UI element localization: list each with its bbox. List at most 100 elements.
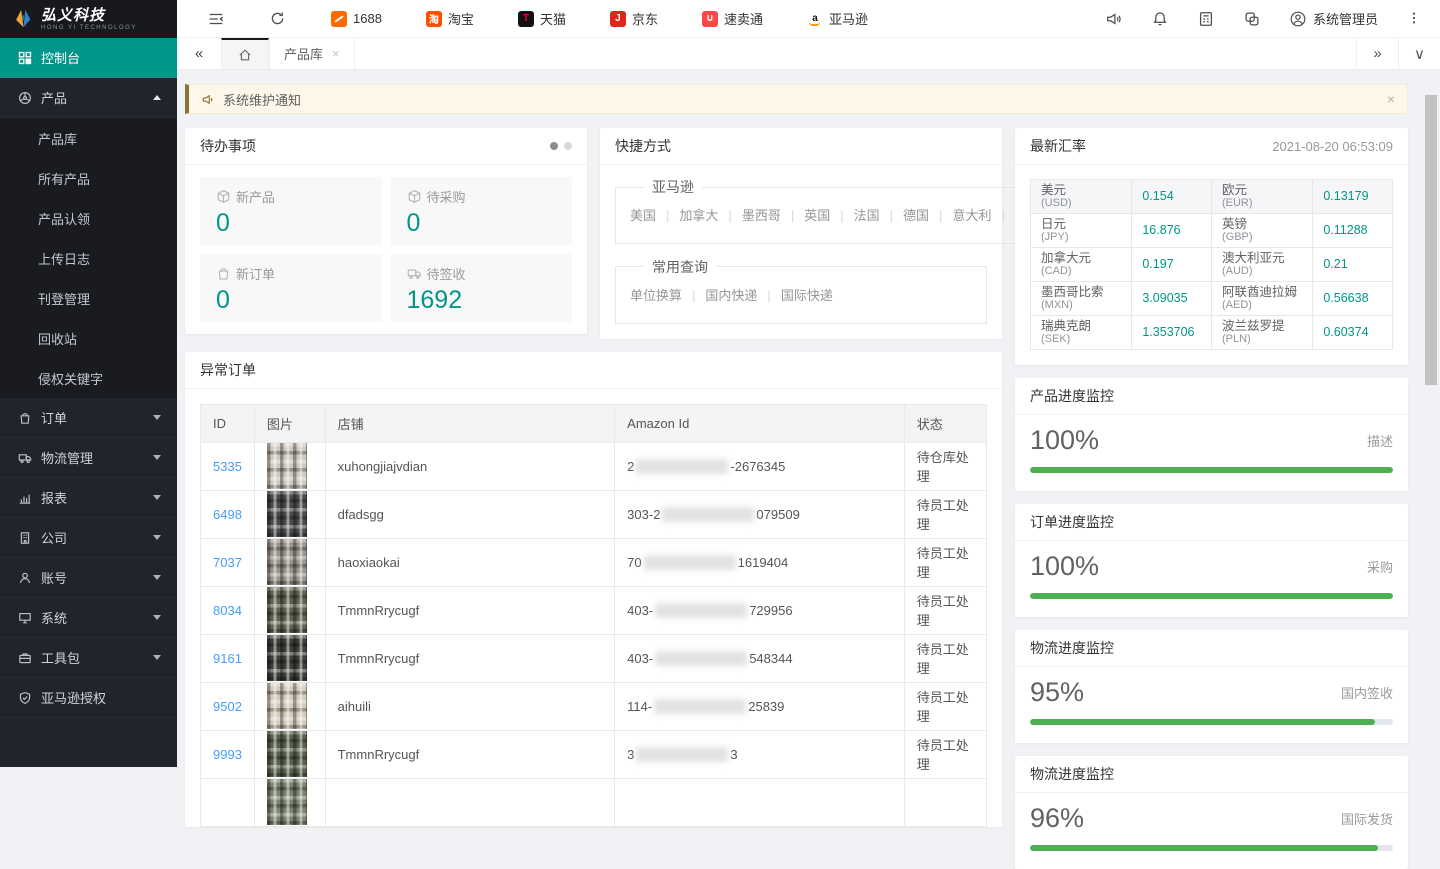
link-domestic-express[interactable]: 国内快递 xyxy=(682,288,757,303)
shop-name: xuhongjiajvdian xyxy=(338,459,428,474)
sidebar-subitem-infringing-keywords[interactable]: 侵权关键字 xyxy=(0,358,177,398)
link-france[interactable]: 法国 xyxy=(830,208,879,223)
sidebar-item-toolkit[interactable]: 工具包 xyxy=(0,638,177,678)
sidebar-item-product[interactable]: 产品 xyxy=(0,78,177,118)
product-thumbnail xyxy=(267,491,307,537)
stat-value: 0 xyxy=(216,286,366,315)
link-uk[interactable]: 英国 xyxy=(781,208,830,223)
order-id-link[interactable]: 5335 xyxy=(213,459,242,474)
order-id-link[interactable]: 9161 xyxy=(213,651,242,666)
stat-pending-receipt[interactable]: 待签收 1692 xyxy=(391,254,573,322)
order-id-link[interactable]: 9502 xyxy=(213,699,242,714)
marketplace-link-amazon[interactable]: a 亚马逊 xyxy=(807,9,868,28)
link-canada[interactable]: 加拿大 xyxy=(656,208,718,223)
tabbar: « 产品库 × » ∨ xyxy=(177,38,1440,70)
marketplace-link-1688[interactable]: 1688 xyxy=(331,11,382,27)
sidebar-item-company[interactable]: 公司 xyxy=(0,518,177,558)
shop-name: dfadsgg xyxy=(338,507,384,522)
sidebar-subitem-listing-mgmt[interactable]: 刊登管理 xyxy=(0,278,177,318)
calculator-icon[interactable] xyxy=(1197,10,1215,28)
close-icon[interactable]: × xyxy=(332,46,340,61)
marketplace-link-jd[interactable]: J 京东 xyxy=(610,9,658,28)
chart-icon xyxy=(18,491,32,505)
tabs-scroll-right-icon[interactable]: » xyxy=(1356,38,1398,69)
sidebar-item-label: 物流管理 xyxy=(41,448,93,467)
sidebar-item-label: 产品 xyxy=(41,88,67,107)
stat-value: 1692 xyxy=(407,286,557,315)
carousel-dot[interactable] xyxy=(564,142,572,150)
link-germany[interactable]: 德国 xyxy=(880,208,929,223)
marketplace-link-aliexpress[interactable]: ∪ 速卖通 xyxy=(702,9,763,28)
tabs-list-icon[interactable]: ∨ xyxy=(1398,38,1440,69)
dashboard-icon xyxy=(18,51,32,65)
order-id-link[interactable]: 8034 xyxy=(213,603,242,618)
sidebar-subitem-recycle-bin[interactable]: 回收站 xyxy=(0,318,177,358)
product-thumbnail xyxy=(267,539,307,585)
chevron-down-icon xyxy=(153,615,161,620)
marketplace-link-taobao[interactable]: 淘 淘宝 xyxy=(426,9,474,28)
link-us[interactable]: 美国 xyxy=(630,208,656,223)
order-id-link[interactable]: 7037 xyxy=(213,555,242,570)
tabs-scroll-left-icon[interactable]: « xyxy=(177,38,221,69)
redacted-blur xyxy=(655,603,747,618)
card-title: 订单进度监控 xyxy=(1030,512,1114,532)
marketplace-link-tmall[interactable]: T 天猫 xyxy=(518,9,566,28)
currency-swap-icon[interactable] xyxy=(1243,10,1261,28)
sidebar-item-logistics[interactable]: 物流管理 xyxy=(0,438,177,478)
close-icon[interactable]: × xyxy=(1387,91,1395,107)
stat-new-orders[interactable]: 新订单 0 xyxy=(200,254,382,322)
stat-pending-purchase[interactable]: 待采购 0 xyxy=(391,177,573,245)
progress-label: 描述 xyxy=(1367,431,1393,450)
sidebar-item-orders[interactable]: 订单 xyxy=(0,398,177,438)
stat-value: 0 xyxy=(407,209,557,238)
card-title: 物流进度监控 xyxy=(1030,764,1114,784)
shop-name: TmmnRrycugf xyxy=(338,603,420,618)
progress-bar xyxy=(1030,719,1393,725)
card-title: 异常订单 xyxy=(200,360,256,380)
rate-row: 加拿大元(CAD) 0.197 澳大利亚元(AUD) 0.21 xyxy=(1031,248,1393,282)
more-dots-icon[interactable] xyxy=(1406,10,1424,28)
progress-percent: 100% xyxy=(1030,425,1099,456)
link-international-express[interactable]: 国际快递 xyxy=(757,288,832,303)
product-thumbnail xyxy=(267,683,307,729)
abnormal-orders-card: 异常订单 ID 图片 店铺 Amazon Id 状态 xyxy=(185,352,1002,827)
rate-row: 瑞典克朗(SEK) 1.353706 波兰兹罗提(PLN) 0.60374 xyxy=(1031,316,1393,350)
link-mexico[interactable]: 墨西哥 xyxy=(718,208,780,223)
shop-name: haoxiaokai xyxy=(338,555,400,570)
tab-product-library[interactable]: 产品库 × xyxy=(269,38,355,69)
link-unit-conversion[interactable]: 单位换算 xyxy=(630,288,682,303)
product-thumbnail xyxy=(267,731,307,777)
sidebar-item-accounts[interactable]: 账号 xyxy=(0,558,177,598)
table-row: 9161 TmmnRrycugf 403-548344 待员工处理 xyxy=(201,634,987,682)
notice-text: 系统维护通知 xyxy=(223,90,301,109)
sidebar-subitem-upload-log[interactable]: 上传日志 xyxy=(0,238,177,278)
sidebar-item-console[interactable]: 控制台 xyxy=(0,38,177,78)
progress-bar xyxy=(1030,845,1393,851)
announcement-icon[interactable] xyxy=(1105,10,1123,28)
scrollbar-thumb[interactable] xyxy=(1425,95,1437,385)
sidebar-subitem-all-products[interactable]: 所有产品 xyxy=(0,158,177,198)
bell-icon[interactable] xyxy=(1151,10,1169,28)
stat-new-products[interactable]: 新产品 0 xyxy=(200,177,382,245)
aliexpress-icon: ∪ xyxy=(702,11,718,27)
sidebar-item-amazon-auth[interactable]: 亚马逊授权 xyxy=(0,678,177,718)
order-id-link[interactable]: 6498 xyxy=(213,507,242,522)
status-badge: 待员工处理 xyxy=(917,546,969,580)
tab-home[interactable] xyxy=(221,38,269,69)
cube-icon xyxy=(216,189,231,204)
app-logo: 弘义科技 HONG YI TECHNOLOGY xyxy=(0,0,177,38)
order-id-link[interactable]: 9993 xyxy=(213,747,242,762)
user-menu[interactable]: 系统管理员 xyxy=(1289,9,1378,28)
sidebar-item-label: 公司 xyxy=(41,528,67,547)
carousel-dot-active[interactable] xyxy=(550,142,558,150)
briefcase-icon xyxy=(18,651,32,665)
chevron-down-icon xyxy=(153,575,161,580)
link-italy[interactable]: 意大利 xyxy=(929,208,991,223)
sidebar-subitem-product-library[interactable]: 产品库 xyxy=(0,118,177,158)
sidebar-item-reports[interactable]: 报表 xyxy=(0,478,177,518)
sidebar-subitem-product-claim[interactable]: 产品认领 xyxy=(0,198,177,238)
monitor-icon xyxy=(18,611,32,625)
menu-fold-icon[interactable] xyxy=(207,10,225,28)
sidebar-item-system[interactable]: 系统 xyxy=(0,598,177,638)
refresh-icon[interactable] xyxy=(269,10,287,28)
